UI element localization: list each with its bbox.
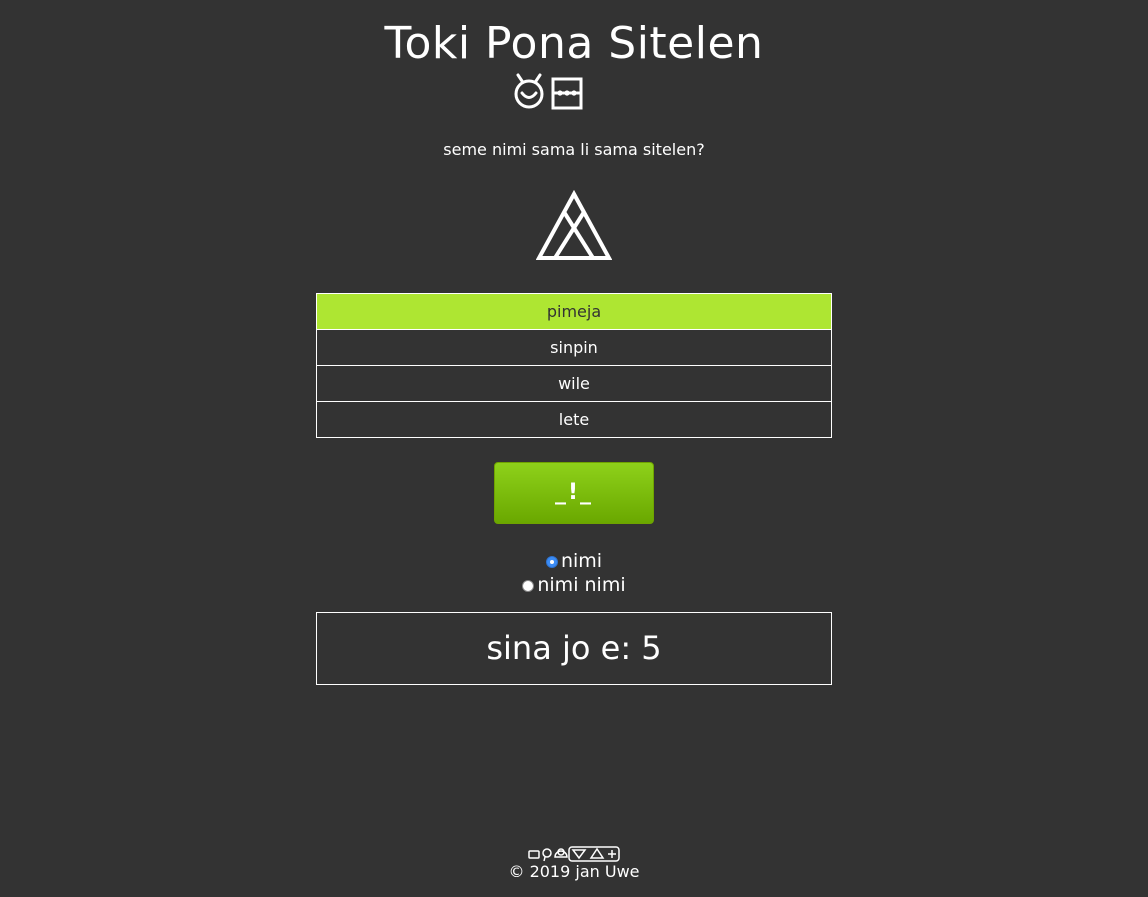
choice-wile[interactable]: wile [317, 366, 831, 402]
score-display: sina jo e: 5 [316, 612, 832, 685]
quiz-question: seme nimi sama li sama sitelen? [443, 140, 705, 159]
mode-option-label: nimi nimi [537, 574, 626, 596]
mode-selector: nimi nimi nimi [0, 549, 1148, 597]
mode-option-label: nimi [560, 550, 603, 572]
radio-nimi-nimi[interactable] [522, 580, 535, 592]
title-glyphs-icon [514, 73, 583, 110]
footer-cartouche-icon [528, 846, 620, 862]
choice-pimeja[interactable]: pimeja [317, 294, 831, 330]
radio-nimi[interactable] [545, 556, 558, 568]
answer-choices: pimeja sinpin wile lete [316, 293, 832, 438]
prompt-glyph-icon [536, 190, 612, 260]
choice-sinpin[interactable]: sinpin [317, 330, 831, 366]
mode-option-nimi-nimi[interactable]: nimi nimi [0, 573, 1148, 597]
page: Toki Pona Sitelen seme nimi sama li sama… [0, 0, 1148, 897]
mode-option-nimi[interactable]: nimi [0, 549, 1148, 573]
page-title: Toki Pona Sitelen [384, 18, 764, 69]
footer-copyright: © 2019 jan Uwe [508, 862, 640, 881]
choice-lete[interactable]: lete [317, 402, 831, 437]
submit-button[interactable]: _!_ [494, 462, 654, 524]
